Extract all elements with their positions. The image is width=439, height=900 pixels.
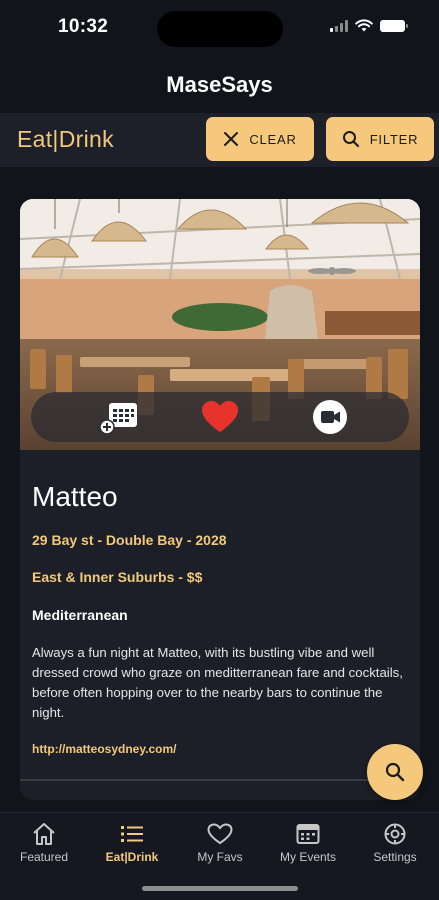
tab-label: My Favs [197,850,243,864]
venue-area-price: East & Inner Suburbs - $$ [32,569,203,585]
tab-eat-drink[interactable]: Eat|Drink [88,821,176,864]
settings-icon [384,823,406,845]
tab-label: Featured [19,850,69,864]
favorite-button[interactable] [199,396,241,438]
battery-icon [380,19,408,32]
list-icon [121,826,143,842]
tab-my-events[interactable]: My Events [264,821,352,864]
tab-settings[interactable]: Settings [351,821,439,864]
add-to-calendar-button[interactable] [99,396,141,438]
venue-action-bar [31,392,409,442]
app-title: MaseSays [166,72,273,97]
divider [20,779,370,781]
tab-label: My Events [279,850,336,864]
clear-button-label: CLEAR [249,131,297,147]
venue-card[interactable]: Matteo 29 Bay st - Double Bay - 2028 Eas… [20,199,420,800]
section-header: Eat|Drink CLEAR FILTER [0,113,439,167]
home-icon [33,823,55,845]
tab-label: Eat|Drink [105,850,159,864]
video-camera-icon [313,400,347,434]
calendar-add-icon [99,403,137,435]
section-title: Eat|Drink [17,126,114,152]
status-time: 10:32 [58,16,109,37]
heart-icon [202,401,238,432]
search-icon [342,131,359,148]
tab-my-favs[interactable]: My Favs [176,821,264,864]
cellular-signal-icon [330,19,348,32]
search-fab-button[interactable] [367,744,423,800]
tab-featured[interactable]: Featured [0,821,88,864]
wifi-icon [355,19,373,32]
venue-description: Always a fun night at Matteo, with its b… [32,645,403,720]
video-button[interactable] [309,396,351,438]
status-icons [330,19,408,32]
heart-outline-icon [207,823,233,845]
home-indicator [142,886,298,891]
filter-button[interactable]: FILTER [326,117,434,161]
filter-button-label: FILTER [369,131,419,147]
venue-website-link[interactable]: http://matteosydney.com/ [32,742,176,756]
clear-button[interactable]: CLEAR [206,117,314,161]
venue-name: Matteo [32,481,118,512]
close-icon [224,132,239,146]
search-icon [385,762,405,782]
tab-label: Settings [373,850,417,864]
status-bar: 10:32 [0,0,439,56]
venue-cuisine: Mediterranean [32,607,128,623]
dynamic-island [157,11,283,47]
calendar-icon [296,824,320,844]
venue-address: 29 Bay st - Double Bay - 2028 [32,532,227,548]
